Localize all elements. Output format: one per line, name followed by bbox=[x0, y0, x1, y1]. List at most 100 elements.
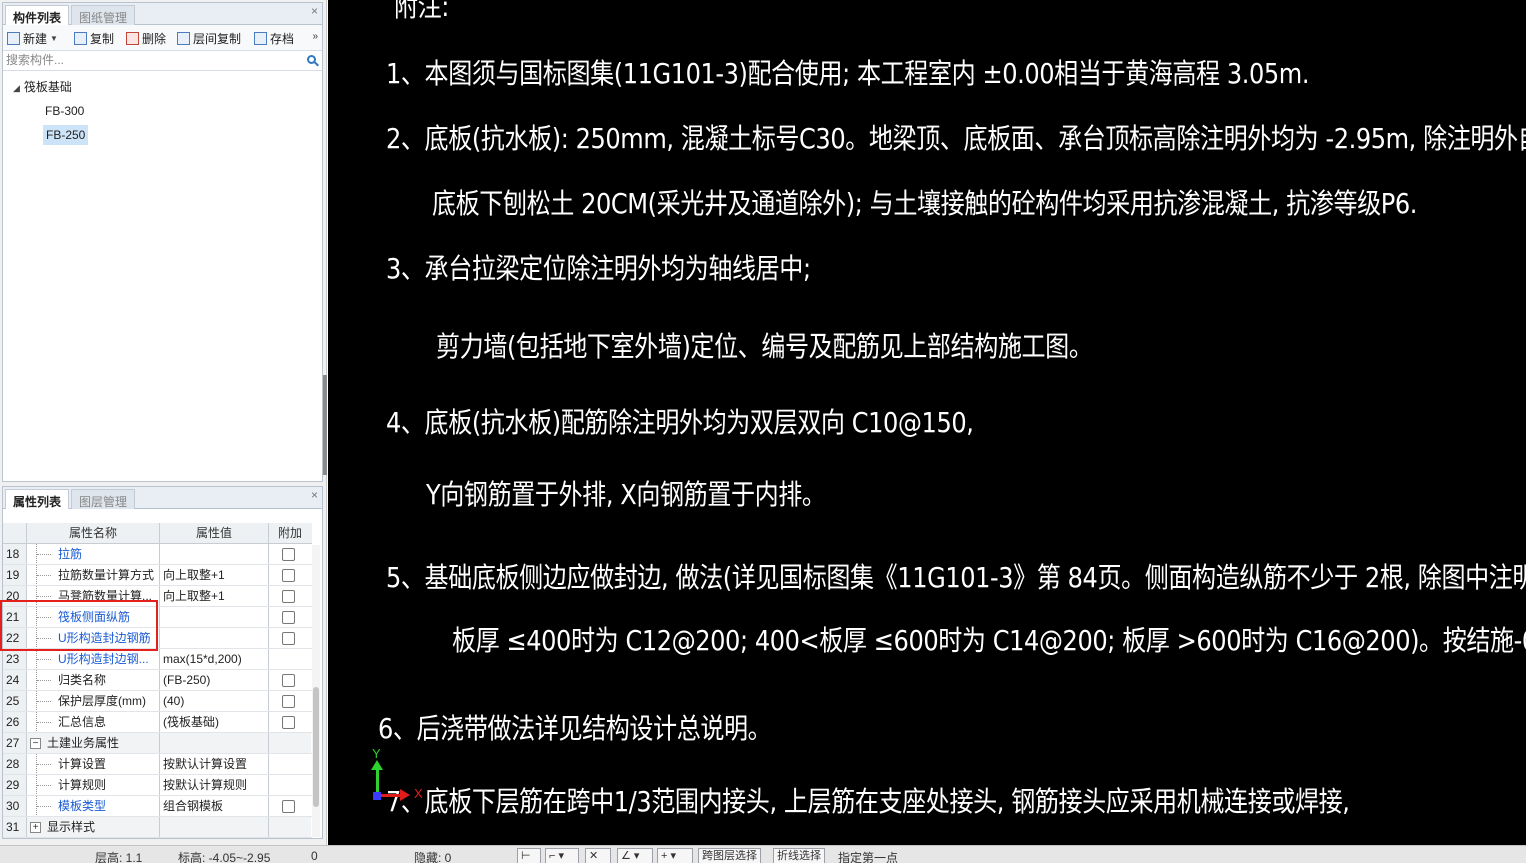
close-icon[interactable]: × bbox=[311, 4, 318, 18]
property-name: 马凳筋数量计算... bbox=[58, 589, 153, 603]
polyline-select-button[interactable]: 折线选择 bbox=[773, 848, 825, 863]
property-name[interactable]: 拉筋 bbox=[58, 544, 82, 564]
table-row[interactable]: 23 U形构造封边钢... max(15*d,200) bbox=[3, 649, 312, 670]
additional-checkbox[interactable] bbox=[282, 674, 295, 687]
row-number: 28 bbox=[3, 754, 27, 774]
property-value[interactable]: (筏板基础) bbox=[160, 712, 269, 732]
collapse-triangle-icon[interactable]: ◢ bbox=[13, 78, 20, 98]
cad-drawing-view[interactable]: 附注: 1、本图须与国标图集(11G101-3)配合使用; 本工程室内 ±0.0… bbox=[328, 0, 1526, 845]
additional-cell bbox=[269, 628, 311, 648]
chevron-down-icon[interactable]: ▼ bbox=[50, 34, 58, 43]
tree-item-fb-300[interactable]: FB-300 bbox=[45, 101, 84, 121]
property-scrollbar[interactable] bbox=[312, 545, 320, 837]
cross-layer-select-button[interactable]: 跨图层选择 bbox=[698, 848, 761, 863]
cross-select-icon[interactable]: ✕ bbox=[585, 848, 611, 863]
delete-button[interactable]: 删除 bbox=[126, 30, 166, 46]
snap-tool-icon[interactable]: + ▾ bbox=[657, 848, 693, 863]
tree-node-raft-foundation[interactable]: ◢ 筏板基础 bbox=[13, 77, 72, 97]
component-search-input[interactable] bbox=[3, 51, 293, 69]
additional-checkbox[interactable] bbox=[282, 695, 295, 708]
additional-checkbox[interactable] bbox=[282, 548, 295, 561]
property-value[interactable]: 向上取整+1 bbox=[160, 565, 269, 585]
new-icon bbox=[7, 31, 20, 45]
toolbar-overflow-icon[interactable]: » bbox=[312, 31, 318, 42]
cad-note-line: 6、后浇带做法详见结构设计总说明。 bbox=[378, 712, 772, 745]
property-value[interactable]: 向上取整+1 bbox=[160, 586, 269, 606]
property-name[interactable]: 筏板侧面纵筋 bbox=[58, 607, 130, 627]
dock-splitter[interactable] bbox=[323, 375, 327, 475]
hidden-count: 隐藏: 0 bbox=[414, 851, 452, 863]
table-row[interactable]: 22 U形构造封边钢筋 bbox=[3, 628, 312, 649]
row-number: 27 bbox=[3, 733, 27, 753]
table-row[interactable]: 28 计算设置 按默认计算设置 bbox=[3, 754, 312, 775]
property-name-cell: + 显示样式 bbox=[27, 817, 160, 837]
additional-checkbox[interactable] bbox=[282, 611, 295, 624]
additional-cell bbox=[269, 712, 311, 732]
property-grid-header: 属性名称 属性值 附加 bbox=[3, 523, 312, 544]
app-window: 构件列表 图纸管理 × 新建 ▼ 复制 删除 层间复制 存档 » 搜索构件...… bbox=[0, 0, 1526, 863]
tab-property-list[interactable]: 属性列表 bbox=[5, 489, 70, 509]
property-value[interactable]: 组合钢模板 bbox=[160, 796, 269, 816]
row-number: 30 bbox=[3, 796, 27, 816]
table-row[interactable]: 30 模板类型 组合钢模板 bbox=[3, 796, 312, 817]
table-row[interactable]: 18 拉筋 bbox=[3, 544, 312, 565]
archive-button[interactable]: 存档 bbox=[254, 30, 294, 46]
property-value[interactable]: 按默认计算设置 bbox=[160, 754, 269, 774]
property-value[interactable]: (40) bbox=[160, 691, 269, 711]
copy-icon bbox=[74, 31, 87, 45]
property-grid: 属性名称 属性值 附加 18 拉筋 19 拉筋数量计算方式 向上取整+1 20 … bbox=[3, 523, 312, 838]
copy-button[interactable]: 复制 bbox=[74, 30, 114, 46]
angle-tool-icon[interactable]: ∠ ▾ bbox=[617, 848, 653, 863]
property-name[interactable]: 模板类型 bbox=[58, 796, 106, 816]
table-row[interactable]: 29 计算规则 按默认计算规则 bbox=[3, 775, 312, 796]
property-name[interactable]: U形构造封边钢筋 bbox=[58, 628, 151, 648]
table-row[interactable]: 21 筏板侧面纵筋 bbox=[3, 607, 312, 628]
property-name: 汇总信息 bbox=[58, 715, 107, 729]
additional-checkbox[interactable] bbox=[282, 632, 295, 645]
close-icon[interactable]: × bbox=[311, 488, 318, 502]
tree-item-fb-250[interactable]: FB-250 bbox=[43, 125, 89, 145]
property-name[interactable]: U形构造封边钢... bbox=[58, 649, 149, 669]
expand-plus-icon[interactable]: + bbox=[30, 822, 41, 833]
select-rect-icon[interactable]: ⌐ ▾ bbox=[545, 848, 579, 863]
additional-checkbox[interactable] bbox=[282, 716, 295, 729]
tab-layer-management[interactable]: 图层管理 bbox=[71, 489, 136, 509]
property-value[interactable] bbox=[160, 544, 269, 564]
floor-copy-button[interactable]: 层间复制 bbox=[177, 30, 241, 46]
header-property-value: 属性值 bbox=[160, 523, 269, 543]
property-value[interactable] bbox=[160, 607, 269, 627]
property-name: 保护层厚度(mm) bbox=[58, 694, 146, 708]
new-button[interactable]: 新建 ▼ bbox=[7, 30, 58, 46]
floor-copy-button-label: 层间复制 bbox=[193, 31, 242, 46]
property-name-cell: 马凳筋数量计算... bbox=[27, 586, 160, 606]
property-value[interactable]: max(15*d,200) bbox=[160, 649, 269, 669]
additional-cell bbox=[269, 796, 311, 816]
table-row-group[interactable]: 31 + 显示样式 bbox=[3, 817, 312, 838]
left-dock: 构件列表 图纸管理 × 新建 ▼ 复制 删除 层间复制 存档 » 搜索构件...… bbox=[0, 0, 327, 845]
table-row[interactable]: 24 归类名称 (FB-250) bbox=[3, 670, 312, 691]
table-row[interactable]: 25 保护层厚度(mm) (40) bbox=[3, 691, 312, 712]
row-number: 23 bbox=[3, 649, 27, 669]
scrollbar-thumb[interactable] bbox=[313, 687, 319, 807]
status-tool-icon[interactable]: ⊢ bbox=[517, 848, 541, 863]
table-row[interactable]: 19 拉筋数量计算方式 向上取整+1 bbox=[3, 565, 312, 586]
search-icon[interactable] bbox=[307, 55, 316, 64]
origin-marker bbox=[373, 792, 381, 800]
tab-component-list[interactable]: 构件列表 bbox=[5, 5, 70, 25]
property-name-cell: 模板类型 bbox=[27, 796, 160, 816]
property-panel-tabs: 属性列表 图层管理 × bbox=[3, 487, 322, 509]
table-row[interactable]: 20 马凳筋数量计算... 向上取整+1 bbox=[3, 586, 312, 607]
additional-checkbox[interactable] bbox=[282, 800, 295, 813]
collapse-minus-icon[interactable]: − bbox=[30, 738, 41, 749]
additional-checkbox[interactable] bbox=[282, 590, 295, 603]
additional-checkbox[interactable] bbox=[282, 569, 295, 582]
tab-drawing-management[interactable]: 图纸管理 bbox=[71, 5, 136, 25]
table-row[interactable]: 26 汇总信息 (筏板基础) bbox=[3, 712, 312, 733]
property-value[interactable] bbox=[160, 628, 269, 648]
cad-note-line: 底板下刨松土 20CM(采光井及通道除外); 与土壤接触的砼构件均采用抗渗混凝土… bbox=[432, 187, 1417, 220]
property-value[interactable]: 按默认计算规则 bbox=[160, 775, 269, 795]
table-row-group[interactable]: 27 − 土建业务属性 bbox=[3, 733, 312, 754]
property-name: 计算规则 bbox=[58, 778, 107, 792]
property-value[interactable]: (FB-250) bbox=[160, 670, 269, 690]
header-additional: 附加 bbox=[277, 526, 302, 540]
